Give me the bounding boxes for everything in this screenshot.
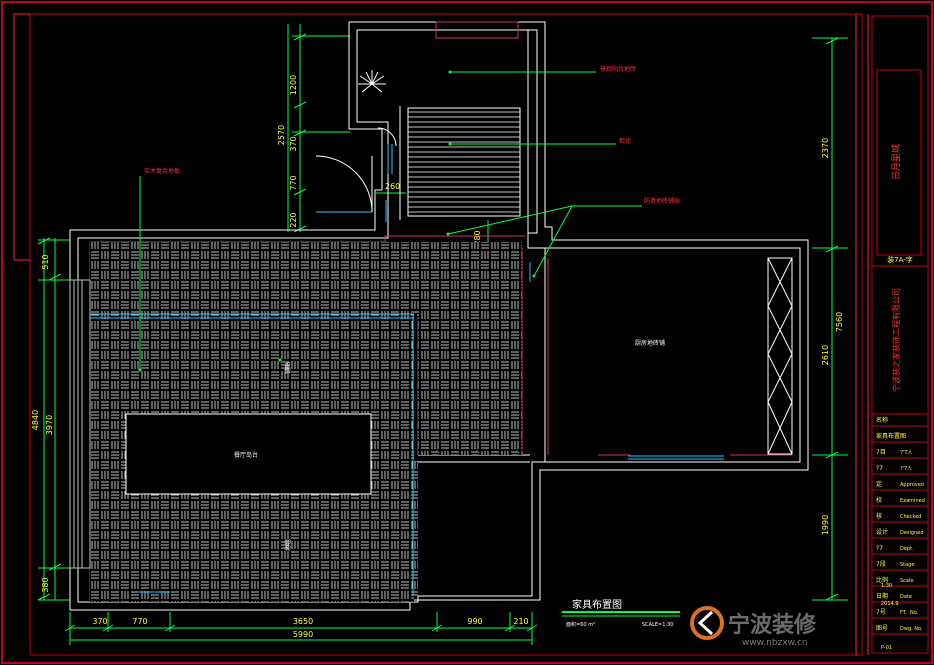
dim-3970: 3970 <box>45 415 54 435</box>
title-block-row-label: 家具布置图 <box>876 432 906 440</box>
title-block-row-value: Scale <box>900 578 913 584</box>
dim-260: 260 <box>385 182 400 191</box>
title-block-row-value: Dwg. No. <box>900 626 923 632</box>
plant-icon <box>358 70 386 93</box>
watermark-logo-icon <box>690 606 724 640</box>
title-block-row-label: 核 <box>876 512 882 520</box>
balcony-railing <box>69 279 91 569</box>
label-door-note: 实木复合地板 <box>144 167 180 175</box>
title-block-row-label: 校 <box>876 496 882 504</box>
drawing-title-group: 家具布置图 面积=60 m² SCALE=1:30 <box>562 598 680 628</box>
dim-770: 770 <box>289 175 298 190</box>
label-balcony: 景观阳台地砖 <box>600 65 636 73</box>
title-block-row-value: 7'T人 <box>900 450 913 456</box>
dim-1990: 1990 <box>821 515 830 535</box>
sheet-code: 装7A-字 <box>887 255 913 264</box>
label-bathroom: 防滑地砖铺贴 <box>644 197 680 205</box>
date-value: 2014.9 <box>881 601 899 607</box>
label-cabinet: 柜组 <box>619 137 631 145</box>
dim-380: 380 <box>41 577 50 592</box>
drawing-title: 家具布置图 <box>572 598 622 611</box>
dim-2610: 2610 <box>821 345 830 365</box>
label-kitchen: 厨房地砖铺 <box>635 339 665 347</box>
title-block-row-value: Date <box>900 594 912 600</box>
title-block-row-label: 7目 <box>876 449 886 456</box>
scale-value: 1:30 <box>881 583 892 589</box>
dim-bottom-770: 770 <box>132 617 147 626</box>
title-block-row-label: 7段 <box>876 560 886 568</box>
title-block-row-value: FT. .No. <box>900 610 919 616</box>
dim-bottom-3650: 3650 <box>293 617 313 626</box>
dim-bottom-990: 990 <box>467 617 482 626</box>
title-block-row-label: 7号 <box>876 609 886 616</box>
dim-510: 510 <box>41 254 50 269</box>
title-block-row-value: Examined <box>900 498 925 504</box>
dim-1200: 1200 <box>289 75 298 95</box>
area-note: 面积=60 m² <box>566 621 595 628</box>
company-name: 宁波装之家装饰工程有限公司 <box>891 288 901 392</box>
title-block: 日月星城 装7A-字 宁波装之家装饰工程有限公司 名称家具布置图 7目 7'T人 ?7… <box>871 15 929 654</box>
title-block-row-label: ?7 <box>876 465 883 472</box>
dim-2370: 2370 <box>821 138 830 158</box>
title-block-row-value: Checked <box>900 514 921 520</box>
title-block-row-value: ?'7人 <box>900 466 912 472</box>
dining-island: 餐厅岛台 <box>125 413 372 495</box>
title-block-row-label: 名称 <box>876 416 888 424</box>
dim-bottom-370: 370 <box>92 617 107 626</box>
dim-bottom-5990: 5990 <box>293 630 313 639</box>
title-block-row-label: 日期 <box>876 592 888 600</box>
dim-bottom-210: 210 <box>513 617 528 626</box>
label-bed2: 地毯 <box>284 539 292 551</box>
wardrobe <box>767 257 793 455</box>
scale-note: SCALE=1:30 <box>642 622 673 628</box>
page-number: P-01 <box>881 645 892 651</box>
title-block-row-label: ?7 <box>876 545 883 552</box>
dim-4840: 4840 <box>31 410 40 430</box>
title-block-row-value: Stage <box>900 562 914 568</box>
dim-7560: 7560 <box>835 312 844 332</box>
title-block-row-label: 设计 <box>876 528 888 536</box>
label-bed: 铺贴 <box>284 362 292 374</box>
island-label: 餐厅岛台 <box>234 451 258 459</box>
title-block-row-value: Approved <box>900 482 924 488</box>
shower-grate <box>407 107 521 217</box>
project-name: 日月星城 <box>891 144 902 180</box>
watermark: 宁波装修 www.nbzxw.cn <box>690 606 817 648</box>
title-block-row-label: 定 <box>876 480 882 488</box>
watermark-brand: 宁波装修 <box>728 612 817 638</box>
dim-220: 220 <box>289 212 298 227</box>
doors <box>315 127 397 213</box>
title-block-row-value: Dept. <box>900 546 914 552</box>
dim-370: 370 <box>289 136 298 151</box>
watermark-url: www.nbzxw.cn <box>742 638 808 648</box>
title-block-row-label: 图号 <box>876 625 888 632</box>
floor-plan-drawing: 日月星城 装7A-字 宁波装之家装饰工程有限公司 名称家具布置图 7目 7'T人 ?7… <box>1 1 933 664</box>
dim-2570: 2570 <box>277 125 286 145</box>
title-block-row-value: Designed <box>900 530 924 536</box>
